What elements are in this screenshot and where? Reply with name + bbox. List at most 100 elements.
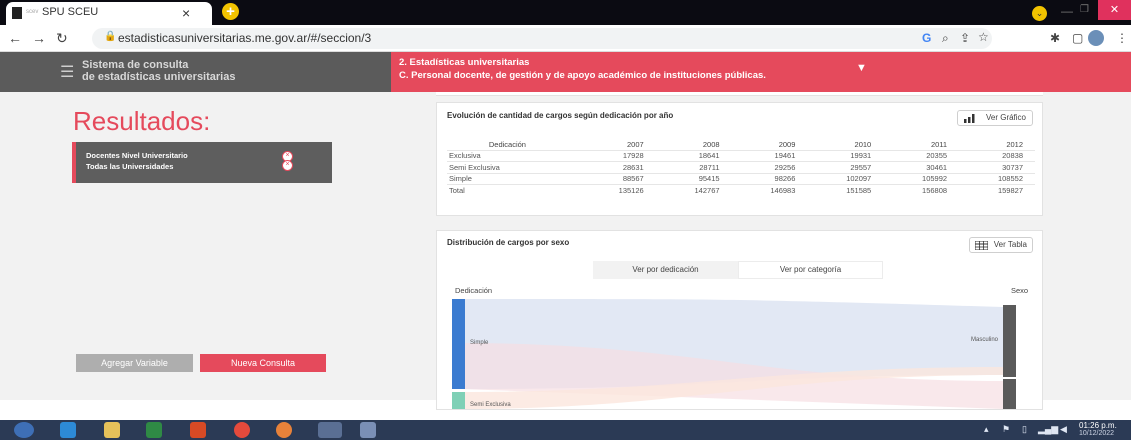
column-header-year: 2007 — [627, 139, 644, 149]
table-cell: 28711 — [655, 161, 732, 173]
tray-network-icon[interactable]: ▂▄▆ — [1038, 424, 1058, 435]
table-cell: 95415 — [655, 172, 732, 185]
tab-close-icon[interactable]: × — [182, 5, 190, 21]
tab-search-icon[interactable]: ⌄ — [1032, 6, 1047, 21]
tray-chevron-icon[interactable]: ▴ — [984, 424, 989, 435]
table-cell: 88567 — [579, 172, 656, 185]
tab-small-label: scev — [26, 9, 39, 15]
table-cell: 20838 — [959, 149, 1035, 162]
node-femenino — [1003, 379, 1016, 409]
column-header-year: 2012 — [1006, 139, 1023, 149]
firefox-icon[interactable] — [276, 422, 292, 438]
new-tab-button[interactable]: + — [222, 3, 239, 20]
clock-time[interactable]: 01:26 p.m. — [1079, 421, 1117, 430]
sankey-diagram: Simple Semi Exclusiva Masculino — [452, 299, 1016, 409]
results-title: Resultados: — [73, 106, 211, 136]
new-query-button[interactable]: Nueva Consulta — [200, 354, 326, 372]
add-variable-button[interactable]: Agregar Variable — [76, 354, 193, 372]
os-taskbar: ▴ ⚑ ▯ ▂▄▆ ◀ 01:26 p.m. 10/12/2022 — [0, 420, 1131, 440]
toggle-by-dedication[interactable]: Ver por dedicación — [593, 261, 738, 279]
table-cell: 20355 — [883, 149, 960, 162]
row-label: Simple — [447, 172, 580, 185]
chevron-down-icon[interactable]: ▼ — [856, 62, 867, 74]
breadcrumb-section: 2. Estadísticas universitarias — [399, 57, 530, 68]
profile-avatar[interactable] — [1088, 30, 1104, 46]
url-input[interactable]: 🔒 estadisticasuniversitarias.me.gov.ar/#… — [92, 28, 992, 49]
favicon-icon — [12, 7, 22, 19]
file-explorer-icon[interactable] — [104, 422, 120, 438]
table-cell: 151585 — [807, 184, 884, 196]
hamburger-menu-icon[interactable]: ☰ — [60, 62, 74, 82]
browser-tab[interactable]: scev SPU SCEU × — [6, 2, 212, 25]
node-semi-label: Semi Exclusiva — [470, 402, 511, 408]
table-card: Evolución de cantidad de cargos según de… — [436, 102, 1043, 216]
bar-chart-icon — [964, 114, 975, 123]
table-cell: 28631 — [579, 161, 656, 173]
start-button-icon[interactable] — [14, 422, 34, 438]
side-panel-icon[interactable]: ▢ — [1072, 31, 1083, 45]
table-cell: 30737 — [959, 161, 1035, 173]
address-bar-row: ← → ↻ 🔒 estadisticasuniversitarias.me.go… — [0, 25, 1131, 52]
view-toggle: Ver por dedicación Ver por categoría — [593, 261, 883, 279]
window-close-button[interactable]: ✕ — [1098, 0, 1131, 20]
presentation-app-icon[interactable] — [190, 422, 206, 438]
table-card-title: Evolución de cantidad de cargos según de… — [447, 111, 674, 120]
share-icon[interactable]: ⇪ — [960, 31, 970, 45]
table-cell: 29256 — [731, 161, 808, 173]
view-chart-button[interactable]: Ver Gráfico — [957, 110, 1033, 126]
table-cell: 159827 — [959, 184, 1035, 196]
table-cell: 18641 — [655, 149, 732, 162]
maximize-icon[interactable]: ❐ — [1080, 4, 1089, 15]
row-label: Exclusiva — [447, 149, 580, 162]
table-cell: 30461 — [883, 161, 960, 173]
main-content: Evolución de cantidad de cargos según de… — [391, 92, 1131, 410]
tray-battery-icon[interactable]: ▯ — [1022, 424, 1027, 435]
view-table-label: Ver Tabla — [993, 240, 1027, 249]
column-header-year: 2008 — [702, 139, 720, 149]
selection-filter: Todas las Universidades — [86, 162, 174, 171]
toggle-by-category[interactable]: Ver por categoría — [738, 261, 883, 279]
table-row: Semi Exclusiva 28631 28711 29256 29557 30461 3… — [447, 161, 1035, 173]
menu-kebab-icon[interactable]: ⋮ — [1116, 31, 1128, 45]
sankey-card-title: Distribución de cargos por sexo — [447, 238, 570, 247]
system-title-line1: Sistema de consulta — [82, 59, 189, 71]
zoom-icon[interactable]: ⌕ — [942, 31, 949, 46]
bookmark-star-icon[interactable]: ☆ — [978, 30, 989, 44]
row-label: Semi Exclusiva — [447, 161, 580, 173]
view-table-button[interactable]: Ver Tabla — [969, 237, 1033, 253]
node-simple — [452, 299, 465, 389]
sankey-card: Distribución de cargos por sexo Ver Tabl… — [436, 230, 1043, 410]
image-viewer-icon[interactable] — [360, 422, 376, 438]
tray-flag-icon[interactable]: ⚑ — [1002, 424, 1010, 435]
spreadsheet-app-icon[interactable] — [146, 422, 162, 438]
table-cell: 146983 — [731, 184, 808, 196]
remove-filter-icon[interactable]: × — [282, 160, 293, 171]
extensions-icon[interactable]: ✱ — [1050, 31, 1060, 45]
active-window-icon[interactable] — [318, 422, 342, 438]
tray-volume-icon[interactable]: ◀ — [1060, 424, 1067, 435]
ie-browser-icon[interactable] — [60, 422, 76, 438]
minimize-icon[interactable]: — — [1061, 4, 1073, 18]
results-panel: Resultados: Docentes Nivel Universitario… — [0, 92, 391, 400]
sankey-right-axis-label: Sexo — [1011, 286, 1029, 295]
lock-icon[interactable]: 🔒 — [104, 31, 116, 42]
row-label: Total — [447, 184, 580, 196]
breadcrumb-subsection: C. Personal docente, de gestión y de apo… — [399, 70, 766, 81]
google-translate-icon[interactable]: G — [922, 31, 931, 45]
previous-card-edge — [436, 92, 1043, 96]
clock-date[interactable]: 10/12/2022 — [1079, 430, 1114, 437]
table-cell: 156808 — [883, 184, 960, 196]
forward-arrow-icon[interactable]: → — [32, 30, 46, 46]
table-cell: 19461 — [731, 149, 808, 162]
system-title-line2: de estadísticas universitarias — [82, 71, 236, 83]
browser-tab-strip: scev SPU SCEU × + ⌄ — ❐ ✕ — [0, 0, 1131, 25]
table-icon — [975, 241, 988, 250]
column-header-year: 2010 — [854, 139, 872, 149]
table-cell: 19931 — [807, 149, 884, 162]
table-cell: 105992 — [883, 172, 960, 185]
chrome-icon[interactable] — [234, 422, 250, 438]
reload-icon[interactable]: ↻ — [56, 30, 68, 47]
app-header-breadcrumb: 2. Estadísticas universitarias C. Person… — [391, 52, 1131, 92]
back-arrow-icon[interactable]: ← — [8, 30, 22, 46]
column-header-year: 2009 — [778, 139, 796, 149]
